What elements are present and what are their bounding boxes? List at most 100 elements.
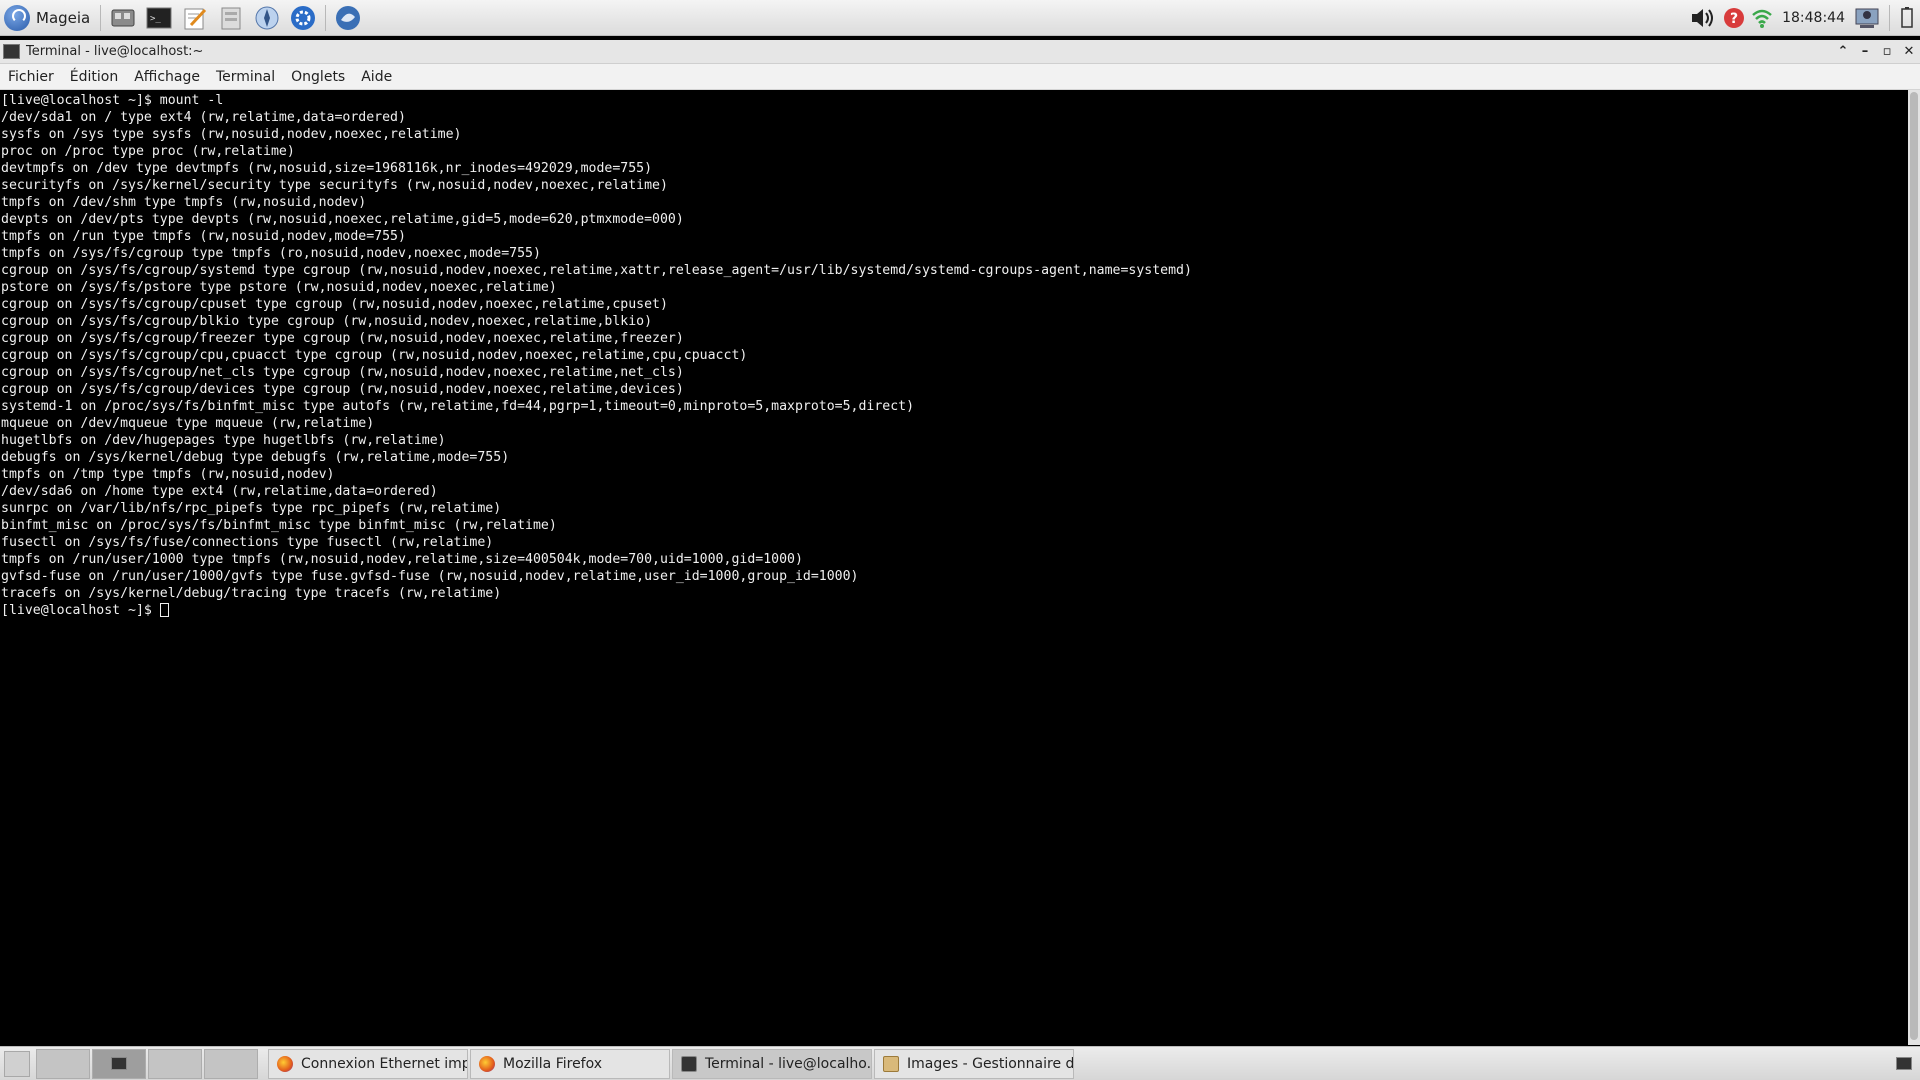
terminal-line: cgroup on /sys/fs/cgroup/cpuset type cgr… bbox=[1, 297, 668, 312]
terminal-output-area[interactable]: [live@localhost ~]$ mount -l/dev/sda1 on… bbox=[0, 90, 1908, 1045]
terminal-menubar: Fichier Édition Affichage Terminal Ongle… bbox=[0, 64, 1920, 90]
task-label: Images - Gestionnaire d... bbox=[907, 1055, 1074, 1072]
terminal-line: cgroup on /sys/fs/cgroup/devices type cg… bbox=[1, 382, 684, 397]
menu-aide[interactable]: Aide bbox=[353, 69, 400, 85]
svg-text:?: ? bbox=[1730, 11, 1738, 27]
menu-onglets[interactable]: Onglets bbox=[283, 69, 353, 85]
firefox-icon bbox=[479, 1055, 495, 1072]
bottom-taskbar: Connexion Ethernet imp... Mozilla Firefo… bbox=[0, 1046, 1920, 1080]
terminal-icon bbox=[681, 1055, 697, 1072]
terminal-line: sunrpc on /var/lib/nfs/rpc_pipefs type r… bbox=[1, 501, 502, 516]
task-terminal[interactable]: Terminal - live@localho... bbox=[672, 1048, 872, 1079]
workspace-pager bbox=[36, 1048, 260, 1079]
task-label: Terminal - live@localho... bbox=[705, 1055, 872, 1072]
wifi-icon bbox=[1752, 9, 1772, 28]
terminal-line: /dev/sda6 on /home type ext4 (rw,relatim… bbox=[1, 484, 438, 499]
applications-menu-label: Mageia bbox=[36, 8, 91, 27]
terminal-icon bbox=[1896, 1057, 1912, 1070]
minimize-window-button[interactable]: – bbox=[1854, 44, 1876, 59]
terminal-prompt-line[interactable]: [live@localhost ~]$ bbox=[1, 602, 1907, 619]
window-terminal-icon[interactable] bbox=[3, 44, 20, 59]
clock[interactable]: 18:48:44 bbox=[1782, 10, 1845, 26]
file-manager-icon bbox=[221, 7, 241, 29]
terminal-line: cgroup on /sys/fs/cgroup/net_cls type cg… bbox=[1, 365, 684, 380]
maximize-window-button[interactable]: ▫ bbox=[1876, 44, 1898, 59]
terminal-line: tmpfs on /tmp type tmpfs (rw,nosuid,node… bbox=[1, 467, 335, 482]
workspace-3[interactable] bbox=[148, 1048, 202, 1079]
task-connexion-ethernet[interactable]: Connexion Ethernet imp... bbox=[268, 1048, 468, 1079]
terminal-line: mqueue on /dev/mqueue type mqueue (rw,re… bbox=[1, 416, 375, 431]
volume-icon bbox=[1692, 8, 1714, 27]
terminal-scrollbar[interactable] bbox=[1908, 90, 1920, 1045]
menu-terminal[interactable]: Terminal bbox=[208, 69, 283, 85]
window-title: Terminal - live@localhost:~ bbox=[26, 44, 204, 59]
task-mozilla-firefox[interactable]: Mozilla Firefox bbox=[470, 1048, 670, 1079]
terminal-line: fusectl on /sys/fs/fuse/connections type… bbox=[1, 535, 494, 550]
terminal-line: cgroup on /sys/fs/cgroup/cpu,cpuacct typ… bbox=[1, 348, 748, 363]
text-editor-launcher[interactable] bbox=[179, 2, 211, 34]
workspace-1[interactable] bbox=[36, 1048, 90, 1079]
menu-fichier[interactable]: Fichier bbox=[0, 69, 62, 85]
firefox-icon bbox=[277, 1055, 293, 1072]
task-label: Connexion Ethernet imp... bbox=[301, 1055, 468, 1072]
terminal-line: securityfs on /sys/kernel/security type … bbox=[1, 178, 668, 193]
file-manager-launcher[interactable] bbox=[215, 2, 247, 34]
task-list: Connexion Ethernet imp... Mozilla Firefo… bbox=[268, 1048, 1076, 1079]
terminal-line: gvfsd-fuse on /run/user/1000/gvfs type f… bbox=[1, 569, 859, 584]
network-tray-button[interactable] bbox=[1751, 7, 1773, 29]
terminal-line: debugfs on /sys/kernel/debug type debugf… bbox=[1, 450, 510, 465]
svg-text:>_: >_ bbox=[150, 14, 161, 24]
user-switch-tray-button[interactable] bbox=[1854, 5, 1882, 31]
control-center-icon bbox=[111, 9, 135, 26]
top-panel: Mageia >_ ? 18:48:44 bbox=[0, 0, 1920, 36]
terminal-line: tmpfs on /run type tmpfs (rw,nosuid,node… bbox=[1, 229, 406, 244]
window-titlebar[interactable]: Terminal - live@localhost:~ ⌃ – ▫ ✕ bbox=[0, 40, 1920, 64]
terminal-line: tmpfs on /sys/fs/cgroup type tmpfs (ro,n… bbox=[1, 246, 541, 261]
terminal-line: tmpfs on /run/user/1000 type tmpfs (rw,n… bbox=[1, 552, 803, 567]
control-center-launcher[interactable] bbox=[107, 2, 139, 34]
file-manager-icon bbox=[883, 1055, 899, 1072]
terminal-line: binfmt_misc on /proc/sys/fs/binfmt_misc … bbox=[1, 518, 557, 533]
scrollbar-thumb[interactable] bbox=[1910, 92, 1918, 1040]
close-window-button[interactable]: ✕ bbox=[1898, 44, 1920, 59]
terminal-lines: [live@localhost ~]$ mount -l/dev/sda1 on… bbox=[0, 90, 1908, 621]
terminal-prompt: [live@localhost ~]$ bbox=[1, 603, 160, 618]
terminal-line: cgroup on /sys/fs/cgroup/blkio type cgro… bbox=[1, 314, 653, 329]
panel-separator bbox=[325, 4, 327, 31]
terminal-line: devpts on /dev/pts type devpts (rw,nosui… bbox=[1, 212, 684, 227]
show-desktop-button[interactable] bbox=[4, 1050, 30, 1077]
web-browser-launcher[interactable] bbox=[251, 2, 283, 34]
action-tray-button[interactable] bbox=[1897, 6, 1917, 30]
task-label: Mozilla Firefox bbox=[503, 1055, 603, 1072]
battery-icon bbox=[1901, 6, 1913, 28]
help-tray-button[interactable]: ? bbox=[1723, 7, 1745, 29]
terminal-line: tracefs on /sys/kernel/debug/tracing typ… bbox=[1, 586, 502, 601]
menu-edition[interactable]: Édition bbox=[62, 69, 126, 85]
menu-affichage[interactable]: Affichage bbox=[126, 69, 208, 85]
settings-icon bbox=[291, 5, 316, 30]
workspace-2[interactable] bbox=[92, 1048, 146, 1079]
workspace-4[interactable] bbox=[204, 1048, 258, 1079]
terminal-cursor bbox=[159, 603, 169, 617]
terminal-line: sysfs on /sys type sysfs (rw,nosuid,node… bbox=[1, 127, 462, 142]
terminal-line: pstore on /sys/fs/pstore type pstore (rw… bbox=[1, 280, 557, 295]
terminal-launcher[interactable]: >_ bbox=[143, 2, 175, 34]
applications-menu-button[interactable]: Mageia bbox=[0, 0, 96, 36]
terminal-line: tmpfs on /dev/shm type tmpfs (rw,nosuid,… bbox=[1, 195, 367, 210]
settings-launcher[interactable] bbox=[287, 2, 319, 34]
panel-separator bbox=[100, 4, 102, 31]
taskbar-terminal-tray[interactable] bbox=[1896, 1057, 1912, 1070]
mail-icon bbox=[336, 5, 361, 30]
terminal-line: cgroup on /sys/fs/cgroup/systemd type cg… bbox=[1, 263, 1192, 278]
task-images-file-manager[interactable]: Images - Gestionnaire d... bbox=[874, 1048, 1074, 1079]
mail-launcher[interactable] bbox=[332, 2, 364, 34]
mageia-logo-icon bbox=[4, 4, 30, 31]
help-icon: ? bbox=[1724, 7, 1745, 28]
terminal-line: [live@localhost ~]$ mount -l bbox=[1, 93, 224, 108]
volume-tray-button[interactable] bbox=[1689, 5, 1717, 31]
shade-window-button[interactable]: ⌃ bbox=[1832, 44, 1854, 59]
terminal-icon: >_ bbox=[146, 7, 172, 28]
panel-separator bbox=[1889, 4, 1890, 31]
system-tray: ? 18:48:44 bbox=[1686, 0, 1920, 36]
terminal-line: cgroup on /sys/fs/cgroup/freezer type cg… bbox=[1, 331, 684, 346]
